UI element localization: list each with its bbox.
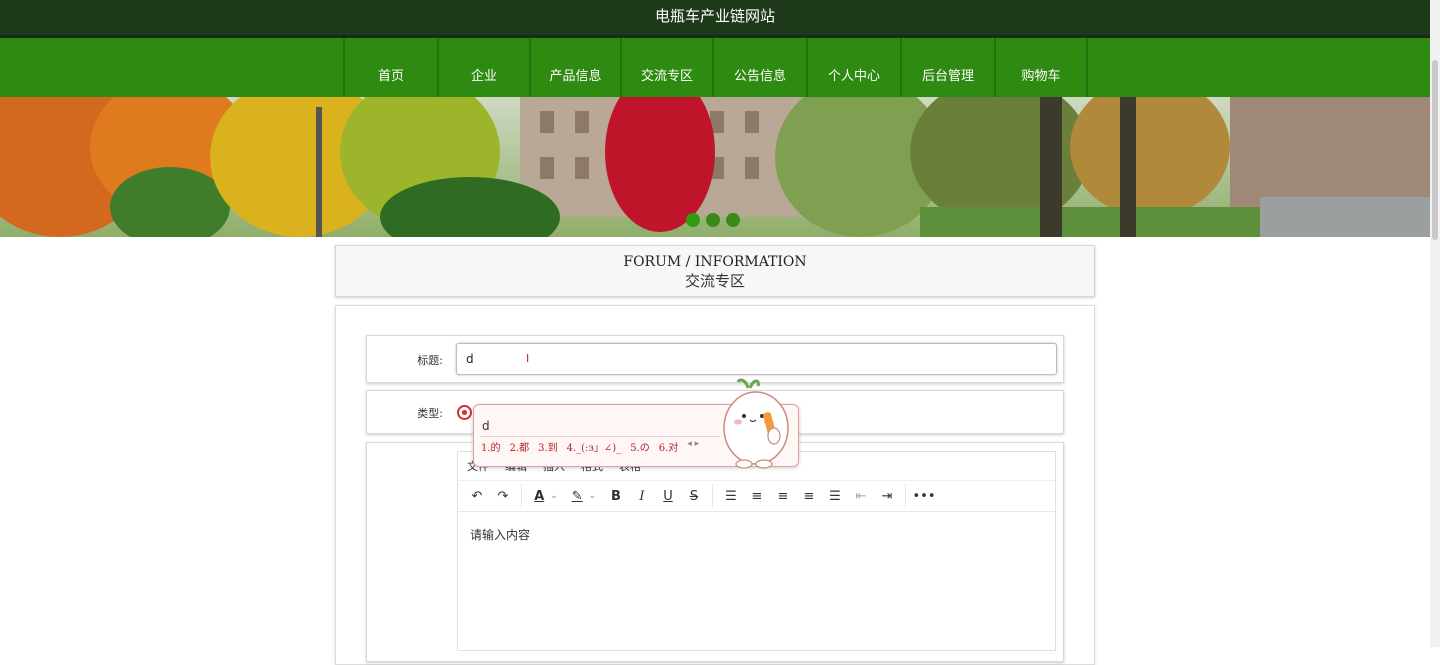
undo-icon[interactable]: ↶ (464, 483, 490, 509)
ime-candidate[interactable]: 1.的 (481, 439, 501, 454)
nav-enterprise[interactable]: 企业 (437, 38, 529, 97)
title-label: 标题: (417, 354, 443, 367)
underline-icon[interactable]: U (655, 483, 681, 509)
bold-icon[interactable]: B (603, 483, 629, 509)
more-icon[interactable]: ••• (911, 483, 937, 509)
type-label: 类型: (417, 407, 443, 420)
ime-pager-arrows[interactable]: ◂ ▸ (687, 439, 699, 454)
carousel-dot-3[interactable] (726, 213, 740, 227)
rich-text-editor: 文件 编辑 插入 格式 表格 ↶ ↷ A⌄ ✎⌄ B I U S ☰ ≡ ≡ ≡… (457, 451, 1056, 651)
carousel-indicators (686, 213, 740, 227)
section-title-box: FORUM / INFORMATION 交流专区 (335, 245, 1095, 297)
section-title-en: FORUM / INFORMATION (623, 254, 807, 270)
nav-products[interactable]: 产品信息 (529, 38, 620, 97)
site-header: 电瓶车产业链网站 (0, 0, 1430, 38)
ime-candidate[interactable]: 3.到 (538, 439, 558, 454)
main-nav: 首页 企业 产品信息 交流专区 公告信息 个人中心 后台管理 购物车 (0, 38, 1430, 97)
editor-toolbar: ↶ ↷ A ⌄ ✎ ⌄ B I U S ☰ ≡ ≡ ≡ ☰ ⇤ ⇥ ••• (458, 481, 1055, 512)
ime-input-text: d (482, 419, 490, 433)
carousel-dot-1[interactable] (686, 213, 700, 227)
ime-candidate[interactable]: 4._(:з」∠)_ (567, 439, 622, 454)
ime-mascot-icon (723, 378, 789, 469)
toolbar-divider (905, 484, 906, 508)
ime-candidate[interactable]: 6.对 (659, 439, 679, 454)
indent-icon[interactable]: ⇥ (874, 483, 900, 509)
align-left-icon[interactable]: ≡ (744, 483, 770, 509)
align-center-icon[interactable]: ≡ (770, 483, 796, 509)
type-radio-selected[interactable] (457, 405, 472, 420)
section-title-cn: 交流专区 (684, 272, 745, 290)
nav-personal-center[interactable]: 个人中心 (806, 38, 900, 97)
title-input[interactable]: d (456, 343, 1057, 375)
outdent-icon[interactable]: ⇤ (848, 483, 874, 509)
nav-forum[interactable]: 交流专区 (620, 38, 712, 97)
align-right-icon[interactable]: ≡ (796, 483, 822, 509)
text-cursor-indicator: I (526, 352, 530, 365)
justify-icon[interactable]: ☰ (822, 483, 848, 509)
ime-candidate-list: 1.的 2.都 3.到 4._(:з」∠)_ 5.の 6.对 ◂ ▸ (481, 439, 699, 454)
toolbar-divider (712, 484, 713, 508)
editor-content-area[interactable]: 请输入内容 (458, 512, 1055, 557)
nav-admin[interactable]: 后台管理 (900, 38, 994, 97)
ime-candidate[interactable]: 5.の (630, 439, 650, 454)
nav-cart[interactable]: 购物车 (994, 38, 1088, 97)
highlight-icon[interactable]: ✎ ⌄ (565, 483, 603, 509)
ime-candidate[interactable]: 2.都 (510, 439, 530, 454)
title-input-value: d (466, 352, 474, 366)
nav-home[interactable]: 首页 (343, 38, 437, 97)
ime-divider (480, 436, 720, 437)
line-height-icon[interactable]: ☰ (718, 483, 744, 509)
scrollbar-thumb[interactable] (1432, 60, 1438, 240)
toolbar-divider (521, 484, 522, 508)
italic-icon[interactable]: I (629, 483, 655, 509)
site-title: 电瓶车产业链网站 (654, 7, 775, 25)
redo-icon[interactable]: ↷ (490, 483, 516, 509)
nav-announcements[interactable]: 公告信息 (712, 38, 806, 97)
font-color-icon[interactable]: A ⌄ (527, 483, 565, 509)
page-scrollbar[interactable] (1430, 0, 1440, 647)
carousel-dot-2[interactable] (706, 213, 720, 227)
strikethrough-icon[interactable]: S (681, 483, 707, 509)
editor-placeholder: 请输入内容 (470, 528, 531, 542)
